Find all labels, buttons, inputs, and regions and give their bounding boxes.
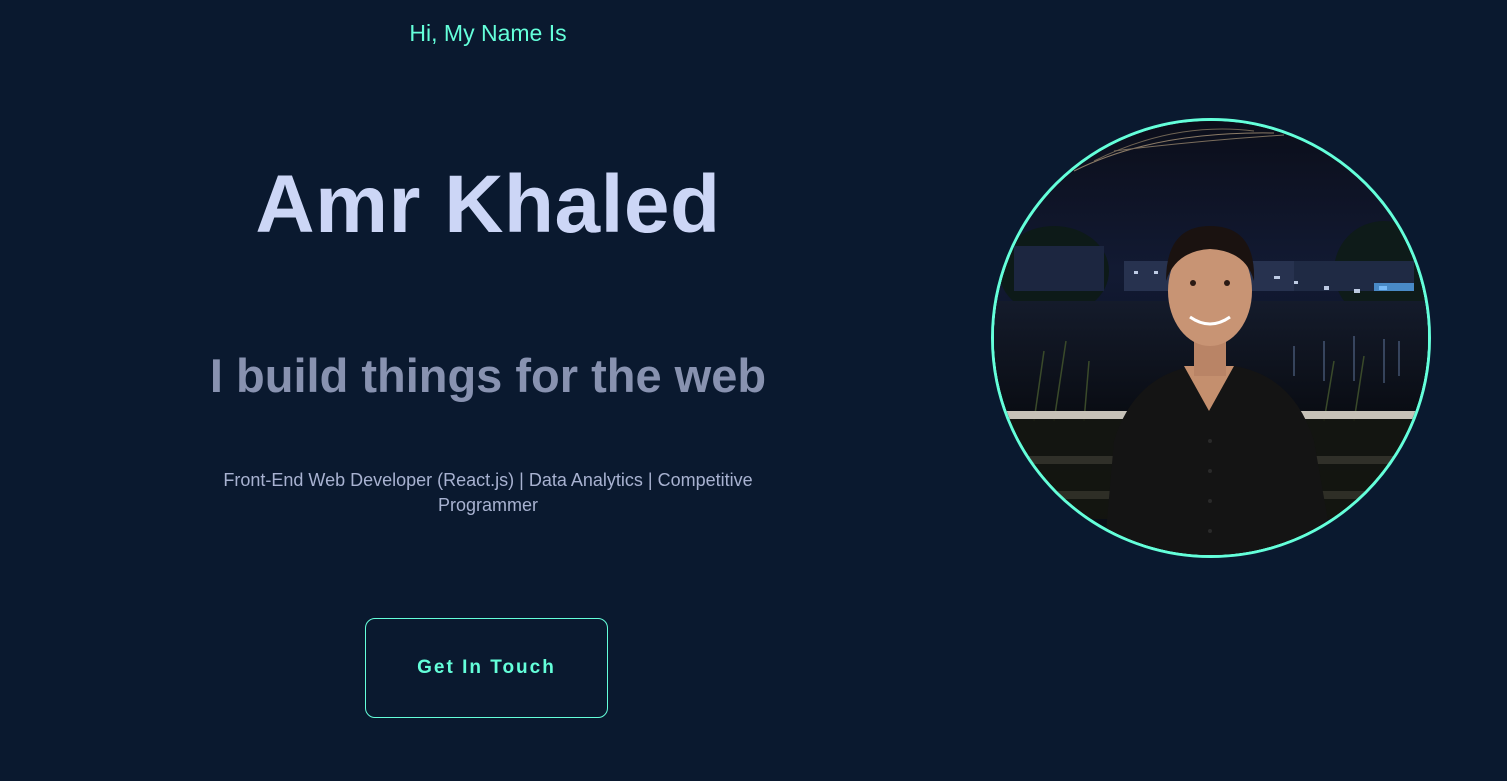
get-in-touch-button[interactable]: Get In Touch xyxy=(365,618,608,718)
name-heading: Amr Khaled xyxy=(255,159,721,250)
roles-text: Front-End Web Developer (React.js) | Dat… xyxy=(223,470,753,515)
tagline-heading: I build things for the web xyxy=(209,349,767,402)
greeting-text: Hi, My Name Is xyxy=(409,20,567,46)
hero-section: Hi, My Name Is Amr Khaled I build things… xyxy=(0,0,1507,781)
profile-photo xyxy=(991,118,1431,558)
